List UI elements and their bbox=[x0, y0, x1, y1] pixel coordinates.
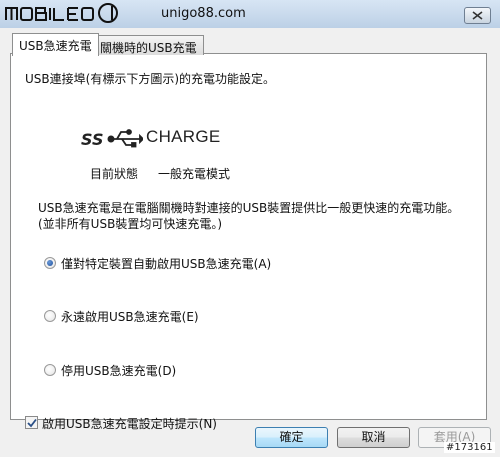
radio-button[interactable] bbox=[44, 310, 56, 322]
description-line-1: USB急速充電是在電腦關機時對連接的USB裝置提供比一般更快速的充電功能。 bbox=[38, 201, 460, 215]
ok-button[interactable]: 確定 bbox=[255, 427, 328, 448]
radio-button[interactable] bbox=[44, 364, 56, 376]
window-titlebar: unigo88.com bbox=[0, 0, 500, 28]
mobile01-logo bbox=[5, 3, 118, 23]
settings-panel: USB連接埠(有標示下方圖示)的充電功能設定。 SS CHARGE 目前狀態 一… bbox=[10, 53, 487, 431]
radio-button-selected[interactable] bbox=[44, 257, 56, 269]
option-label: 永遠啟用USB急速充電(E) bbox=[61, 310, 199, 324]
image-watermark: #173161 bbox=[444, 442, 495, 453]
description-line-2: (並非所有USB裝置均可快速充電。) bbox=[38, 217, 222, 231]
tab-usb-charge-when-off[interactable]: 關機時的USB充電 bbox=[93, 35, 204, 55]
cancel-button[interactable]: 取消 bbox=[337, 427, 410, 448]
svg-text:SS: SS bbox=[81, 130, 103, 149]
usb-ss-icon: SS bbox=[81, 129, 143, 149]
close-button[interactable] bbox=[464, 7, 491, 24]
checkmark-icon bbox=[27, 418, 37, 428]
window-title: unigo88.com bbox=[161, 6, 246, 21]
intro-text: USB連接埠(有標示下方圖示)的充電功能設定。 bbox=[25, 72, 275, 86]
status-label: 目前狀態 bbox=[90, 167, 139, 181]
prompt-checkbox[interactable] bbox=[25, 416, 38, 429]
charge-label: CHARGE bbox=[146, 127, 221, 146]
option-label: 停用USB急速充電(D) bbox=[61, 364, 177, 378]
close-icon bbox=[472, 11, 483, 20]
status-value: 一般充電模式 bbox=[158, 167, 231, 181]
option-label: 僅對特定裝置自動啟用USB急速充電(A) bbox=[61, 257, 272, 271]
checkbox-label: 啟用USB急速充電設定時提示(N) bbox=[42, 417, 217, 431]
dialog-body: USB急速充電 關機時的USB充電 USB連接埠(有標示下方圖示)的充電功能設定… bbox=[0, 28, 500, 457]
tab-usb-fast-charge[interactable]: USB急速充電 bbox=[12, 33, 99, 56]
